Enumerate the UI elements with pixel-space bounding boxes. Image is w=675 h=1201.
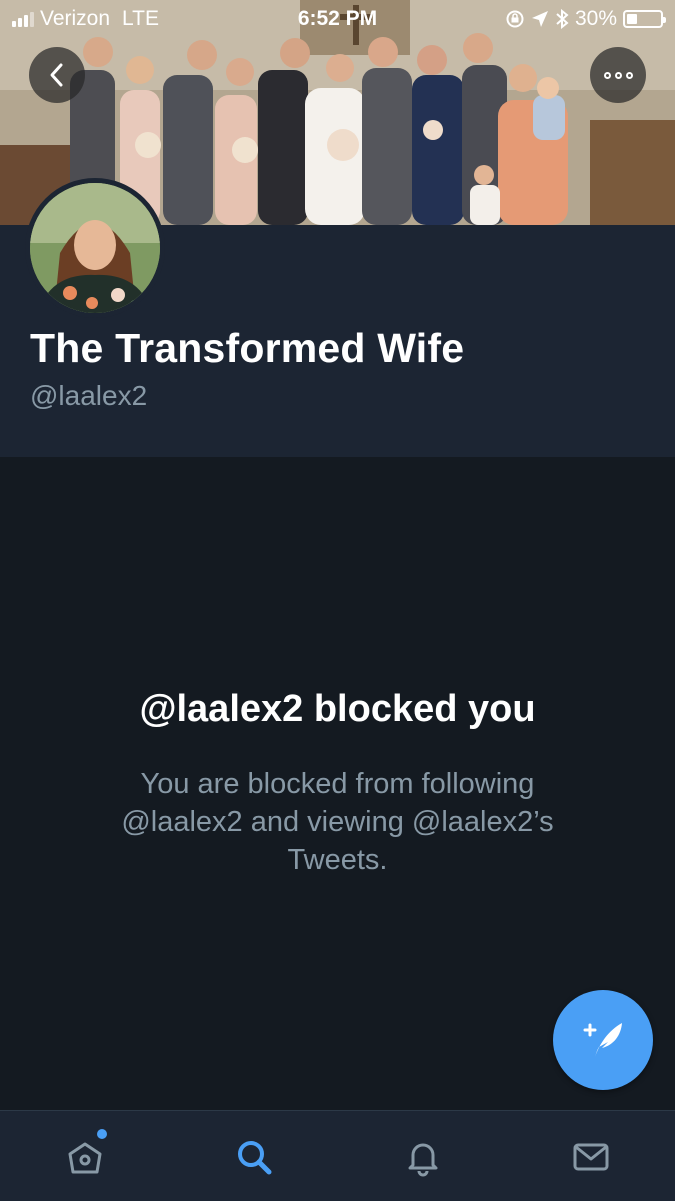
blocked-title: @laalex2 blocked you (139, 688, 536, 730)
more-button[interactable] (590, 47, 646, 103)
tab-messages[interactable] (567, 1133, 615, 1181)
avatar-photo (30, 183, 160, 313)
bluetooth-icon (556, 9, 569, 29)
envelope-icon (573, 1143, 609, 1171)
rotation-lock-icon (506, 10, 524, 28)
battery-percent: 30% (574, 7, 617, 30)
status-bar: Verizon LTE 6:52 PM 30% (0, 0, 675, 38)
tab-search[interactable] (230, 1133, 278, 1181)
compose-tweet-button[interactable] (553, 990, 653, 1090)
tab-home[interactable] (61, 1129, 109, 1181)
status-right: 30% (505, 7, 666, 31)
search-icon (238, 1141, 272, 1175)
tab-notifications[interactable] (399, 1133, 447, 1181)
compose-feather-icon (583, 1023, 622, 1057)
bell-icon (408, 1143, 438, 1177)
back-button[interactable] (29, 47, 85, 103)
home-icon (68, 1142, 102, 1174)
chevron-left-icon (50, 63, 63, 87)
profile-handle: @laalex2 (30, 380, 148, 411)
avatar[interactable] (25, 178, 165, 318)
battery-icon (623, 10, 666, 28)
more-dots-icon (603, 71, 633, 79)
home-badge (97, 1129, 107, 1139)
tab-bar (0, 1110, 675, 1201)
blocked-description: You are blocked from following @laalex2 … (121, 768, 554, 876)
location-arrow-icon (531, 11, 548, 27)
profile-name: The Transformed Wife (30, 325, 465, 371)
